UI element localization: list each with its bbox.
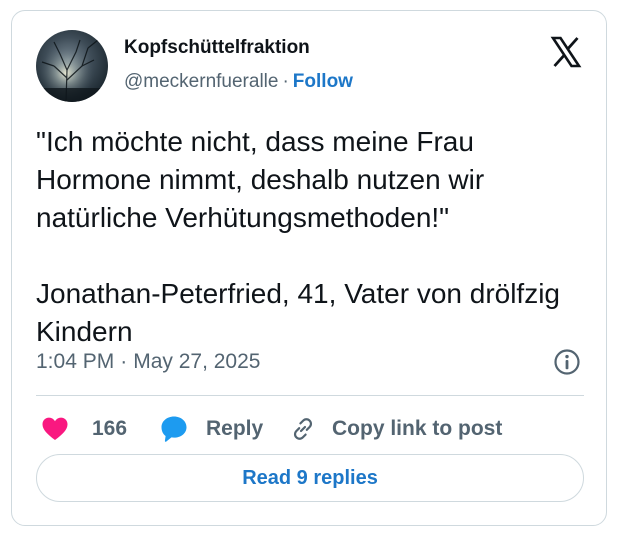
info-icon[interactable] xyxy=(553,348,581,376)
author-handle-row: @meckernfueralle · Follow xyxy=(124,71,353,93)
avatar-image xyxy=(36,30,108,102)
tweet-timestamp[interactable]: 1:04 PM · May 27, 2025 xyxy=(36,350,260,374)
copy-link-label: Copy link to post xyxy=(332,417,503,440)
speech-bubble-icon xyxy=(161,416,187,442)
copy-link-button[interactable]: Copy link to post xyxy=(290,411,502,447)
author-display-name[interactable]: Kopfschüttelfraktion xyxy=(124,37,310,59)
like-count: 166 xyxy=(92,417,128,440)
divider xyxy=(36,395,584,396)
tweet-time: 1:04 PM xyxy=(36,350,115,373)
tweet-text: "Ich möchte nicht, dass meine Frau Hormo… xyxy=(36,126,561,347)
tweet-date: May 27, 2025 xyxy=(133,350,261,373)
follow-link[interactable]: Follow xyxy=(293,71,353,92)
like-button[interactable]: 166 xyxy=(42,411,127,447)
heart-icon xyxy=(42,417,68,440)
author-handle[interactable]: @meckernfueralle xyxy=(124,71,278,92)
link-icon xyxy=(293,418,313,440)
reply-label: Reply xyxy=(206,417,264,440)
read-replies-button[interactable]: Read 9 replies xyxy=(36,454,584,502)
avatar[interactable] xyxy=(36,30,108,102)
x-logo-icon[interactable] xyxy=(550,36,582,68)
handle-separator: · xyxy=(282,71,289,92)
tweet-card: Kopfschüttelfraktion @meckernfueralle · Fo… xyxy=(11,10,607,526)
timestamp-separator: · xyxy=(120,350,128,373)
reply-button[interactable]: Reply xyxy=(160,411,263,447)
